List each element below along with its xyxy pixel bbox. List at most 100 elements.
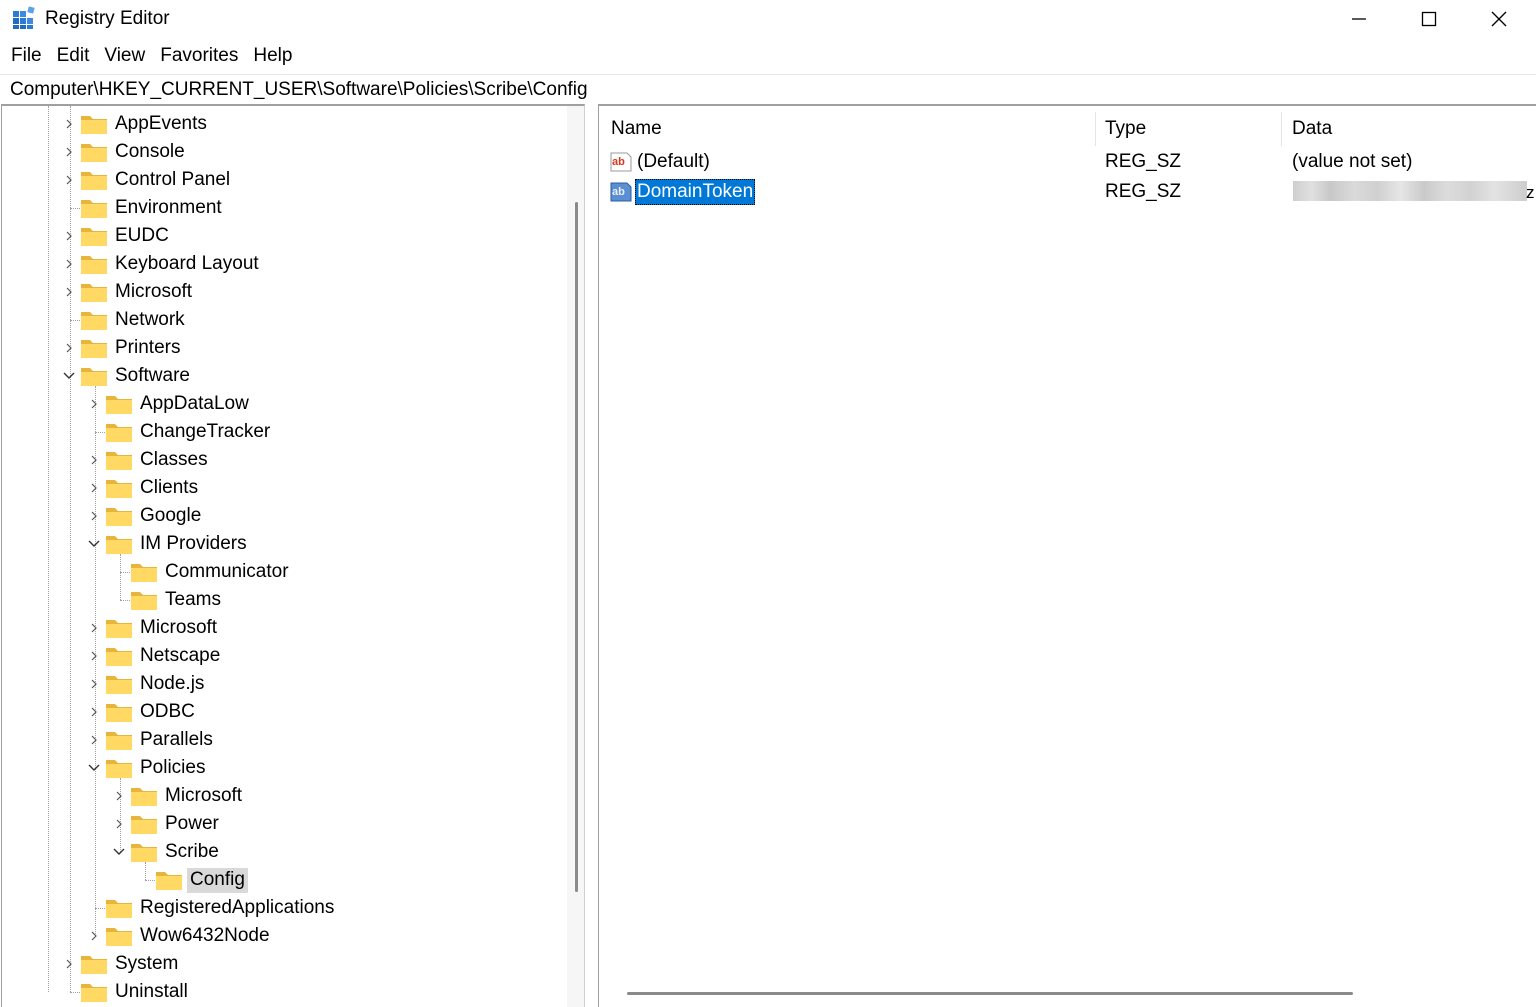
address-bar[interactable]: Computer\HKEY_CURRENT_USER\Software\Poli… [0, 74, 1536, 104]
chevron-right-icon[interactable] [58, 250, 80, 278]
value-name[interactable]: DomainToken [635, 179, 756, 205]
tree-node[interactable]: Clients [83, 474, 201, 502]
tree-node-label[interactable]: RegisteredApplications [137, 896, 337, 921]
chevron-right-icon[interactable] [58, 334, 80, 362]
tree-node-label[interactable]: Google [137, 504, 204, 529]
tree-node[interactable]: Teams [108, 586, 224, 614]
tree-node-label[interactable]: Microsoft [112, 280, 195, 305]
menu-file[interactable]: File [4, 41, 49, 71]
tree-node[interactable]: Environment [58, 194, 225, 222]
tree-node[interactable]: Classes [83, 446, 211, 474]
chevron-down-icon[interactable] [83, 754, 105, 782]
tree-node-label[interactable]: Network [112, 308, 188, 333]
chevron-right-icon[interactable] [108, 782, 130, 810]
minimize-button[interactable] [1324, 0, 1394, 38]
tree-node[interactable]: Parallels [83, 726, 216, 754]
value-name[interactable]: (Default) [635, 149, 712, 175]
tree-node[interactable]: Scribe [108, 838, 222, 866]
tree-node-label[interactable]: ChangeTracker [137, 420, 273, 445]
tree-node-label[interactable]: System [112, 952, 181, 977]
values-horizontal-scrollbar-thumb[interactable] [627, 992, 1353, 995]
tree-node[interactable]: ChangeTracker [83, 418, 273, 446]
tree-node-label[interactable]: EUDC [112, 224, 172, 249]
tree-node-label[interactable]: Clients [137, 476, 201, 501]
tree-node-label[interactable]: Config [187, 867, 248, 893]
tree-node-label[interactable]: Scribe [162, 840, 222, 865]
tree-node[interactable]: Power [108, 810, 222, 838]
tree-node-label[interactable]: Communicator [162, 560, 292, 585]
tree-node[interactable]: Keyboard Layout [58, 250, 262, 278]
tree-node[interactable]: Microsoft [108, 782, 245, 810]
tree-node-label[interactable]: IM Providers [137, 532, 250, 557]
chevron-right-icon[interactable] [83, 726, 105, 754]
menu-help[interactable]: Help [246, 41, 299, 71]
chevron-right-icon[interactable] [83, 446, 105, 474]
chevron-right-icon[interactable] [108, 810, 130, 838]
chevron-right-icon[interactable] [83, 614, 105, 642]
column-header-data[interactable]: Data [1280, 112, 1536, 146]
tree-node[interactable]: Netscape [83, 642, 223, 670]
column-header-name[interactable]: Name [599, 112, 1095, 146]
chevron-right-icon[interactable] [83, 670, 105, 698]
chevron-down-icon[interactable] [83, 530, 105, 558]
tree-node-label[interactable]: Parallels [137, 728, 216, 753]
chevron-right-icon[interactable] [58, 222, 80, 250]
tree-node-label[interactable]: ODBC [137, 700, 198, 725]
tree-node[interactable]: Wow6432Node [83, 922, 273, 950]
tree-node[interactable]: AppDataLow [83, 390, 252, 418]
tree-node[interactable]: IM Providers [83, 530, 250, 558]
tree-node-label[interactable]: Console [112, 140, 188, 165]
tree-node[interactable]: Config [133, 866, 248, 894]
tree-node-label[interactable]: Control Panel [112, 168, 233, 193]
menu-view[interactable]: View [97, 41, 152, 71]
tree-node-label[interactable]: Classes [137, 448, 211, 473]
tree-node[interactable]: ODBC [83, 698, 198, 726]
value-row-default[interactable]: ab (Default) REG_SZ (value not set) [599, 147, 1536, 177]
tree-node-label[interactable]: Wow6432Node [137, 924, 273, 949]
tree-node-label[interactable]: Policies [137, 756, 208, 781]
tree-node-label[interactable]: Printers [112, 336, 183, 361]
chevron-right-icon[interactable] [83, 474, 105, 502]
chevron-down-icon[interactable] [58, 362, 80, 390]
tree-node[interactable]: EUDC [58, 222, 172, 250]
tree-node-label[interactable]: Uninstall [112, 980, 191, 1005]
chevron-right-icon[interactable] [83, 922, 105, 950]
tree-node[interactable]: Console [58, 138, 188, 166]
tree-node-label[interactable]: Netscape [137, 644, 223, 669]
tree-node[interactable]: Uninstall [58, 978, 191, 1006]
pane-splitter[interactable] [586, 104, 598, 1007]
tree-node-label[interactable]: Teams [162, 588, 224, 613]
menu-favorites[interactable]: Favorites [153, 41, 245, 71]
tree-node[interactable]: Software [58, 362, 193, 390]
tree-node[interactable]: Microsoft [58, 278, 195, 306]
maximize-button[interactable] [1394, 0, 1464, 38]
tree-node[interactable]: RegisteredApplications [83, 894, 337, 922]
tree-node[interactable]: Policies [83, 754, 208, 782]
tree-node-label[interactable]: Node.js [137, 672, 207, 697]
tree-node-label[interactable]: Power [162, 812, 222, 837]
chevron-right-icon[interactable] [83, 642, 105, 670]
key-tree-pane[interactable]: AppEvents Console Control Panel Environment… [1, 104, 585, 1007]
chevron-right-icon[interactable] [58, 166, 80, 194]
chevron-right-icon[interactable] [58, 138, 80, 166]
tree-node-label[interactable]: Microsoft [162, 784, 245, 809]
chevron-right-icon[interactable] [83, 698, 105, 726]
menu-edit[interactable]: Edit [50, 41, 97, 71]
chevron-right-icon[interactable] [58, 278, 80, 306]
tree-node[interactable]: Network [58, 306, 188, 334]
tree-vertical-scrollbar[interactable] [567, 106, 584, 1007]
tree-node-label[interactable]: AppEvents [112, 112, 210, 137]
close-button[interactable] [1464, 0, 1534, 38]
tree-node[interactable]: Communicator [108, 558, 292, 586]
title-bar[interactable]: Registry Editor [0, 0, 1536, 38]
tree-node[interactable]: Microsoft [83, 614, 220, 642]
tree-scrollbar-thumb[interactable] [575, 202, 578, 892]
value-row-domaintoken[interactable]: ab DomainToken REG_SZ z [599, 177, 1536, 207]
tree-node[interactable]: Printers [58, 334, 183, 362]
tree-node-label[interactable]: AppDataLow [137, 392, 252, 417]
tree-node[interactable]: AppEvents [58, 110, 210, 138]
chevron-right-icon[interactable] [58, 110, 80, 138]
chevron-right-icon[interactable] [83, 390, 105, 418]
chevron-right-icon[interactable] [58, 950, 80, 978]
tree-node-label[interactable]: Keyboard Layout [112, 252, 262, 277]
